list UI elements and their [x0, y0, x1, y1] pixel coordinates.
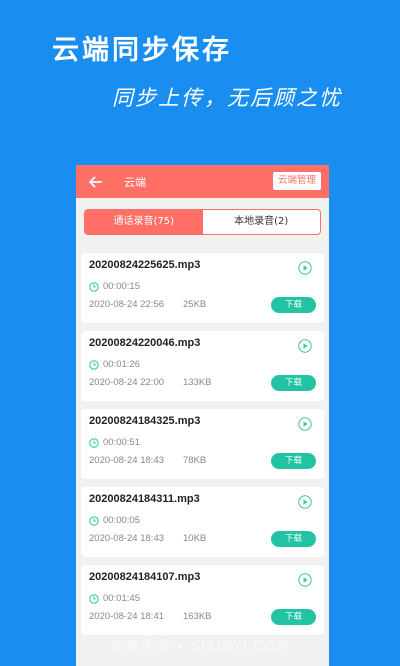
arrow-left-icon[interactable] [86, 173, 104, 191]
clock-icon [89, 516, 99, 526]
play-icon[interactable] [298, 339, 312, 353]
promo-subline: 同步上传，无后顾之忧 [112, 86, 342, 110]
recording-item[interactable]: 20200824184311.mp3 00:00:05 2020-08-24 1… [81, 487, 324, 557]
recording-item[interactable]: 20200824220046.mp3 00:01:26 2020-08-24 2… [81, 331, 324, 401]
recording-size: 10KB [183, 533, 207, 544]
play-icon[interactable] [298, 261, 312, 275]
recording-filename: 20200824220046.mp3 [89, 337, 201, 349]
tab-local-recordings[interactable]: 本地录音(2) [203, 210, 321, 234]
download-button[interactable]: 下载 [271, 453, 316, 469]
recording-datetime: 2020-08-24 18:41 [89, 611, 165, 622]
play-icon[interactable] [298, 417, 312, 431]
recording-duration: 00:00:05 [103, 515, 140, 526]
recording-tabs: 通话录音(75) 本地录音(2) [84, 209, 321, 235]
recording-size: 78KB [183, 455, 207, 466]
recording-size: 25KB [183, 299, 207, 310]
recording-duration: 00:00:51 [103, 437, 140, 448]
download-button[interactable]: 下载 [271, 297, 316, 313]
play-icon[interactable] [298, 495, 312, 509]
app-bar: 云端 云端管理 [76, 165, 329, 198]
recording-item[interactable]: 20200824184107.mp3 00:01:45 2020-08-24 1… [81, 565, 324, 635]
tab-call-recordings[interactable]: 通话录音(75) [85, 210, 203, 234]
recording-item[interactable]: 20200824184325.mp3 00:00:51 2020-08-24 1… [81, 409, 324, 479]
recording-size: 163KB [183, 611, 212, 622]
recording-datetime: 2020-08-24 22:56 [89, 299, 165, 310]
promo-headline: 云端同步保存 [52, 35, 232, 66]
page-title: 云端 [124, 176, 146, 189]
clock-icon [89, 282, 99, 292]
recording-filename: 20200824184311.mp3 [89, 493, 200, 505]
download-button[interactable]: 下载 [271, 609, 316, 625]
recording-datetime: 2020-08-24 18:43 [89, 455, 165, 466]
recording-size: 133KB [183, 377, 212, 388]
download-button[interactable]: 下载 [271, 375, 316, 391]
clock-icon [89, 438, 99, 448]
recording-duration: 00:00:15 [103, 281, 140, 292]
recording-datetime: 2020-08-24 18:43 [89, 533, 165, 544]
recording-duration: 00:01:45 [103, 593, 140, 604]
recording-duration: 00:01:26 [103, 359, 140, 370]
download-button[interactable]: 下载 [271, 531, 316, 547]
recording-datetime: 2020-08-24 22:00 [89, 377, 165, 388]
recording-filename: 20200824184107.mp3 [89, 571, 201, 583]
recording-filename: 20200824225625.mp3 [89, 259, 201, 271]
phone-screen: 云端 云端管理 通话录音(75) 本地录音(2) 20200824225625.… [76, 165, 329, 666]
watermark: 新意手游 • SJXINYI.COM [110, 639, 290, 655]
recording-filename: 20200824184325.mp3 [89, 415, 201, 427]
clock-icon [89, 594, 99, 604]
clock-icon [89, 360, 99, 370]
cloud-manage-button[interactable]: 云端管理 [272, 172, 321, 190]
recording-item[interactable]: 20200824225625.mp3 00:00:15 2020-08-24 2… [81, 253, 324, 323]
play-icon[interactable] [298, 573, 312, 587]
